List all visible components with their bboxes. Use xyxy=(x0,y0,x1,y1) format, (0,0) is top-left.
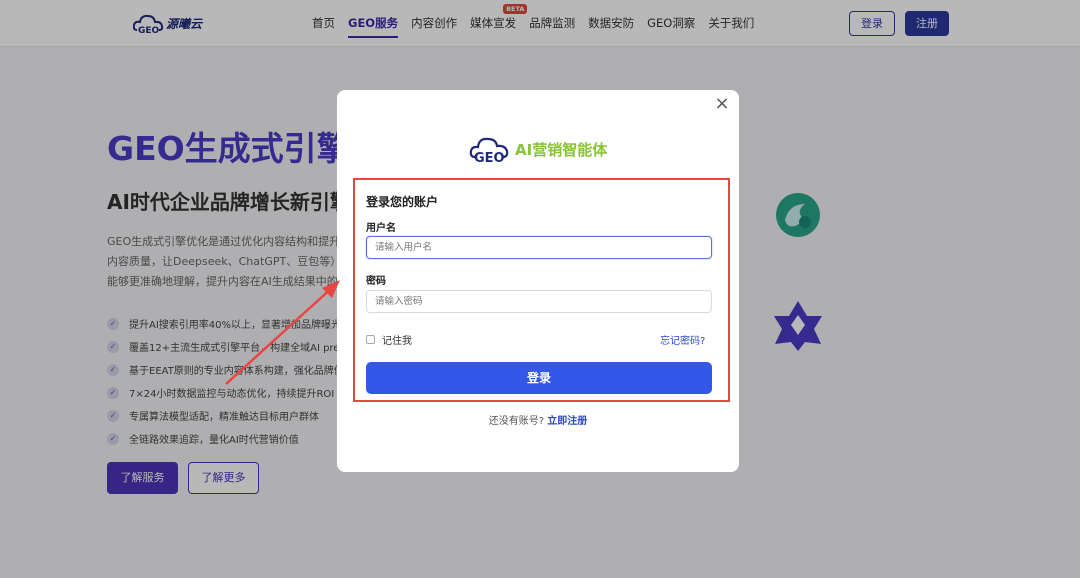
close-icon[interactable]: × xyxy=(713,95,731,113)
no-account-text: 还没有账号? xyxy=(488,416,545,427)
modal-brand-logo: GEO AI营销智能体 xyxy=(469,134,619,166)
remember-checkbox[interactable] xyxy=(366,335,375,344)
password-label: 密码 xyxy=(366,276,386,287)
form-title: 登录您的账户 xyxy=(366,195,439,209)
forgot-password-link[interactable]: 忘记密码? xyxy=(660,332,705,347)
username-label: 用户名 xyxy=(366,223,396,234)
remember-label: 记住我 xyxy=(382,336,412,347)
signup-prompt: 还没有账号? 立即注册 xyxy=(337,412,739,427)
register-link[interactable]: 立即注册 xyxy=(547,416,587,427)
cloud-logo-icon: GEO xyxy=(469,137,509,166)
login-form-highlight: 登录您的账户 用户名 密码 记住我 忘记密码? 登录 xyxy=(353,178,730,402)
remember-me[interactable]: 记住我 xyxy=(366,332,412,347)
username-input[interactable] xyxy=(366,236,712,259)
password-input[interactable] xyxy=(366,290,712,313)
login-modal: × GEO AI营销智能体 登录您的账户 用户名 密码 记住我 忘记密码? 登录… xyxy=(337,90,739,472)
login-button[interactable]: 登录 xyxy=(366,362,712,394)
brand-title: AI营销智能体 xyxy=(515,141,608,159)
svg-text:GEO: GEO xyxy=(474,151,505,164)
